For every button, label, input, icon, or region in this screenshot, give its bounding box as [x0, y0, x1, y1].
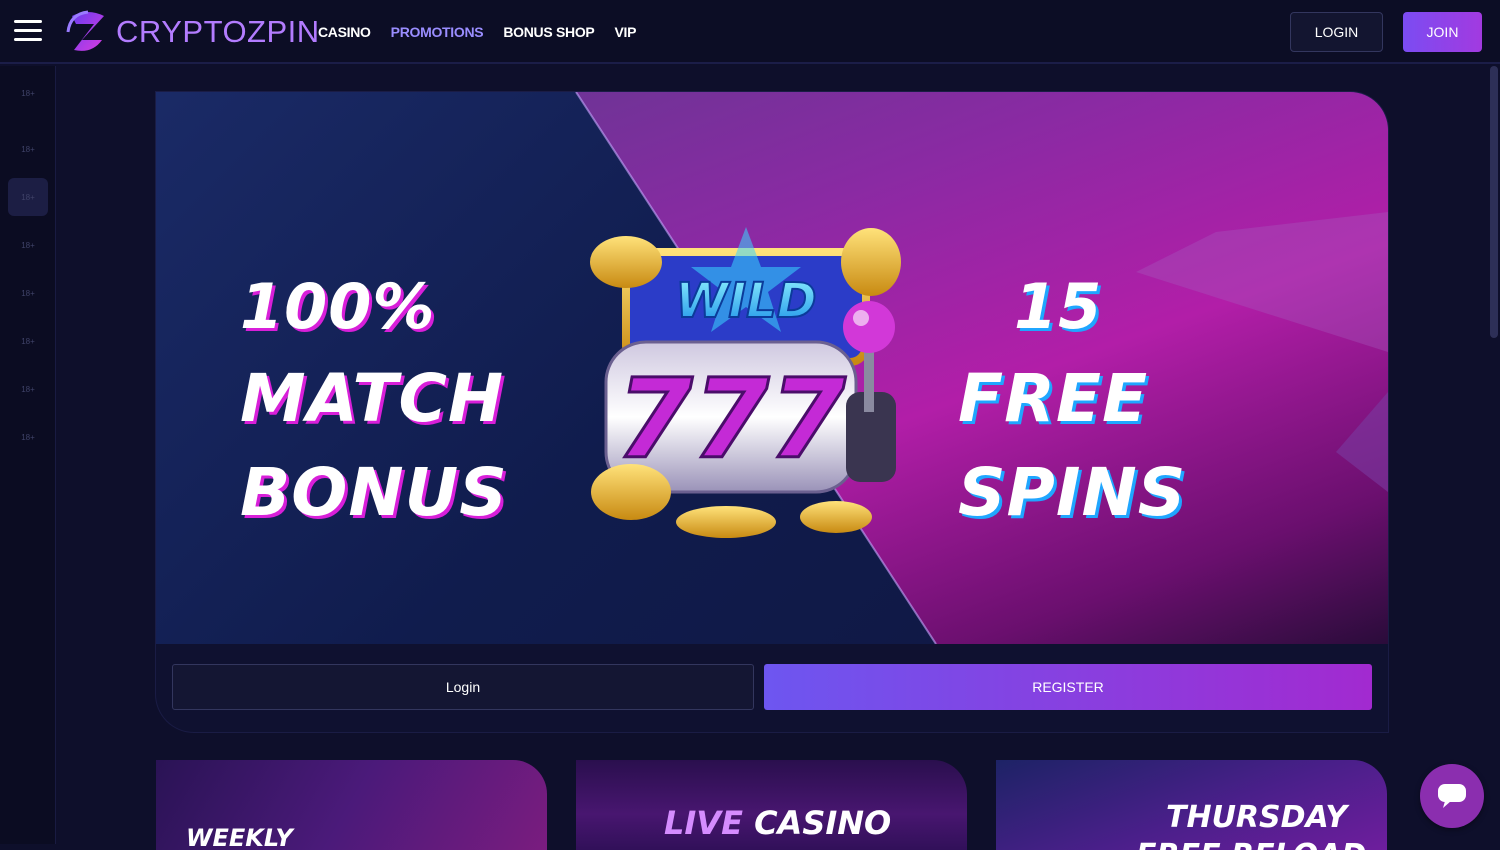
promo-title-accent: LIVE — [664, 804, 743, 842]
logo[interactable]: CRYPTOZPIN — [62, 6, 320, 58]
rail-item[interactable]: 18+ — [8, 322, 48, 360]
nav-casino[interactable]: CASINO — [318, 24, 371, 40]
login-button[interactable]: LOGIN — [1290, 12, 1383, 52]
hero-right-line1: 15 — [1014, 270, 1103, 343]
slot-reels-text: 777 — [616, 355, 846, 483]
rail-item[interactable]: 18+ — [8, 226, 48, 264]
promo-card-weekly[interactable]: WEEKLY — [156, 760, 547, 850]
join-button[interactable]: JOIN — [1403, 12, 1482, 52]
promo-card-title: LIVE CASINO — [664, 804, 891, 842]
nav-promotions[interactable]: PROMOTIONS — [391, 24, 484, 40]
hero-left-line3: BONUS — [240, 454, 508, 531]
hero-right-line3: SPINS — [958, 454, 1187, 531]
page-scrollbar[interactable] — [1488, 66, 1500, 844]
hero-banner[interactable]: 100% MATCH BONUS WILD 777 15 FREE SPINS — [156, 92, 1388, 644]
promo-card-thursday[interactable]: THURSDAY FREE RELOAD — [996, 760, 1387, 850]
logo-text: CRYPTOZPIN — [116, 14, 320, 49]
rail-item[interactable]: 18+ — [8, 418, 48, 456]
rail-item[interactable]: 18+ — [8, 370, 48, 408]
slot-sign-text: WILD — [675, 273, 816, 329]
chat-button[interactable] — [1420, 764, 1484, 828]
nav-bonus-shop[interactable]: BONUS SHOP — [503, 24, 594, 40]
promo-card-subtitle: FREE RELOAD — [1136, 838, 1366, 850]
left-rail: 18+ 18+ 18+ 18+ 18+ 18+ 18+ 18+ — [0, 66, 56, 844]
hero-register-button[interactable]: REGISTER — [764, 664, 1372, 710]
rail-item[interactable]: 18+ — [8, 130, 48, 168]
rail-item-active[interactable]: 18+ — [8, 178, 48, 216]
promo-card-live-casino[interactable]: LIVE CASINO — [576, 760, 967, 850]
hero-actions: Login REGISTER — [172, 664, 1372, 710]
hero-right-line2: FREE — [958, 360, 1149, 437]
logo-mark-icon — [66, 10, 104, 51]
main-nav: CASINO PROMOTIONS BONUS SHOP VIP — [318, 24, 636, 40]
hero-left-line2: MATCH — [240, 360, 505, 437]
top-header: CRYPTOZPIN CASINO PROMOTIONS BONUS SHOP … — [0, 0, 1500, 64]
scroll-thumb[interactable] — [1490, 66, 1498, 338]
menu-icon[interactable] — [14, 20, 42, 42]
hero-left-line1: 100% — [240, 270, 436, 343]
rail-item[interactable]: 18+ — [8, 74, 48, 112]
hero-login-button[interactable]: Login — [172, 664, 754, 710]
promo-title-main: CASINO — [754, 804, 892, 842]
nav-vip[interactable]: VIP — [614, 24, 636, 40]
slot-machine-icon: WILD 777 — [590, 227, 901, 538]
rail-item[interactable]: 18+ — [8, 274, 48, 312]
promo-card-title: WEEKLY — [186, 824, 293, 850]
promo-card-title: THURSDAY — [1166, 800, 1348, 835]
hero-card: 100% MATCH BONUS WILD 777 15 FREE SPINS … — [156, 92, 1388, 732]
chat-bubble-icon — [1438, 784, 1466, 808]
